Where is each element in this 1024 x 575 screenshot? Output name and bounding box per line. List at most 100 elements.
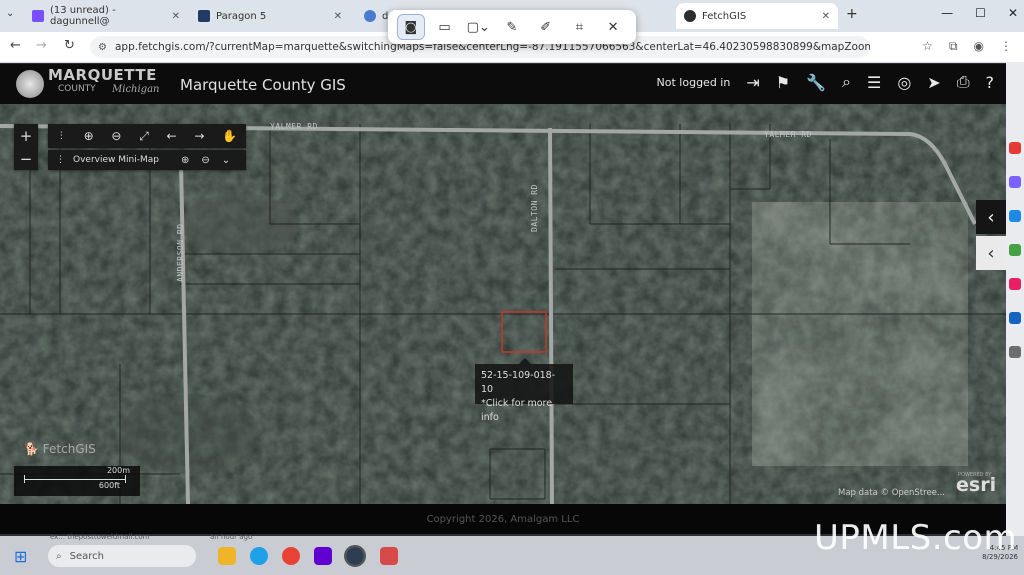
sidebar-app-icon[interactable] <box>1009 142 1021 154</box>
road-label-dalton: DALTON RD <box>530 184 539 232</box>
tab-title: FetchGIS <box>702 10 747 22</box>
copyright-text: Copyright 2026, Amalgam LLC <box>426 513 580 525</box>
upmls-watermark: UPMLS.com <box>814 518 1018 558</box>
map-view[interactable]: YALMER RD YALMER RD DALTON RD ANDERSON R… <box>0 104 1006 504</box>
logo-sub: COUNTY <box>58 84 96 94</box>
search-icon[interactable]: ⌕ <box>842 72 851 92</box>
yahoo-icon[interactable] <box>314 547 332 565</box>
login-status: Not logged in <box>656 75 731 89</box>
sidebar-app-icon[interactable] <box>1009 176 1021 188</box>
scale-metric: 200m <box>106 466 130 475</box>
drag-handle-icon[interactable]: ⋮ <box>56 155 65 165</box>
paint-icon[interactable] <box>380 547 398 565</box>
close-window-icon[interactable]: ✕ <box>1008 6 1018 20</box>
new-tab-icon[interactable]: + <box>846 6 858 22</box>
browser-sidebar <box>1006 62 1024 542</box>
sidebar-app-icon[interactable] <box>1009 210 1021 222</box>
expand-panel-button[interactable]: ‹ <box>976 200 1006 234</box>
sidebar-app-icon[interactable] <box>1009 346 1021 358</box>
sidebar-app-icon[interactable] <box>1009 312 1021 324</box>
tab-title: (13 unread) - dagunnell@ <box>50 5 116 27</box>
fetchgis-watermark-text: FetchGIS <box>42 442 96 456</box>
minimap-zoom-in-icon[interactable]: ⊕ <box>181 155 189 166</box>
pen-icon[interactable]: ✐ <box>533 15 559 39</box>
back-icon[interactable]: ← <box>10 38 21 53</box>
forward-icon[interactable]: → <box>36 38 47 53</box>
tab-paragon[interactable]: Paragon 5 ✕ <box>190 3 350 29</box>
text-scan-icon[interactable]: ⌗ <box>566 15 592 39</box>
overview-minimap-bar: ⋮ Overview Mini-Map ⊕ ⊖ ⌄ <box>48 150 246 170</box>
print-icon[interactable]: ⎙ <box>957 72 970 92</box>
bookmark-star-icon[interactable]: ☆ <box>922 39 933 54</box>
wrench-icon[interactable]: 🔧 <box>806 73 826 92</box>
layers-icon[interactable]: ☰ <box>867 73 881 92</box>
video-icon[interactable]: ▭ <box>432 15 458 39</box>
full-extent-icon[interactable]: ⤢ <box>139 129 149 144</box>
esri-powered-by: POWERED BY <box>958 472 992 478</box>
edge-icon[interactable] <box>250 547 268 565</box>
zoom-in-button[interactable]: + <box>20 127 33 145</box>
chrome-icon[interactable] <box>282 547 300 565</box>
search-placeholder: Search <box>69 550 104 562</box>
camera-icon[interactable]: ◙ <box>396 14 425 40</box>
previous-extent-icon[interactable]: ← <box>167 129 177 143</box>
close-tab-icon[interactable]: ✕ <box>822 11 830 22</box>
page-title: Marquette County GIS <box>180 76 346 94</box>
notification-time: an hour ago <box>210 533 253 541</box>
pan-hand-icon[interactable]: ✋ <box>222 129 237 143</box>
share-icon[interactable]: ➤ <box>927 73 940 92</box>
signpost-icon[interactable]: ⚑ <box>776 73 790 92</box>
minimize-icon[interactable]: — <box>941 6 953 20</box>
locate-icon[interactable]: ◎ <box>897 73 911 92</box>
paragon-icon <box>198 10 210 22</box>
parcel-tooltip[interactable]: 52-15-109-018-10 *Click for more info <box>475 358 573 423</box>
drag-handle-icon[interactable]: ⋮ <box>57 131 66 141</box>
app-header: MARQUETTE COUNTY Michigan Marquette Coun… <box>0 64 1006 104</box>
taskbar-search[interactable]: ⌕ Search <box>48 545 196 567</box>
tab-search-icon[interactable]: ⌄ <box>6 8 14 19</box>
maximize-icon[interactable]: ☐ <box>975 6 986 20</box>
tab-gmail[interactable]: (13 unread) - dagunnell@ ✕ <box>24 3 188 29</box>
zoom-out-icon[interactable]: ⊖ <box>111 129 121 143</box>
sidebar-app-icon[interactable] <box>1009 244 1021 256</box>
search-icon: ⌕ <box>56 550 62 562</box>
road-label-anderson: ANDERSON RD <box>176 223 185 282</box>
scale-bar: 200m 600ft <box>14 466 140 496</box>
zoom-out-button[interactable]: − <box>20 150 33 168</box>
login-icon[interactable]: ⇥ <box>746 73 759 92</box>
county-seal-icon <box>16 70 44 98</box>
map-attribution[interactable]: Map data © OpenStree... <box>838 488 945 498</box>
globe-icon <box>364 10 376 22</box>
menu-icon[interactable]: ⋮ <box>1000 39 1012 54</box>
rectangle-mode-icon[interactable]: ▢⌄ <box>465 15 491 39</box>
dog-icon: 🐕 <box>24 442 39 456</box>
road-label-yalmer: YALMER RD <box>270 122 318 131</box>
extensions-icon[interactable]: ⧉ <box>949 39 958 54</box>
site-info-icon[interactable]: ⚙ <box>98 42 107 53</box>
snipping-tool-icon[interactable] <box>344 545 366 567</box>
fetchgis-icon <box>684 10 696 22</box>
zoom-controls: + − <box>14 124 38 170</box>
minimap-zoom-out-icon[interactable]: ⊖ <box>201 155 209 166</box>
collapse-panel-button[interactable]: ‹ <box>976 236 1006 270</box>
close-icon[interactable]: ✕ <box>600 15 626 39</box>
tab-fetchgis[interactable]: FetchGIS ✕ <box>676 3 838 29</box>
parcel-id: 52-15-109-018-10 <box>481 370 556 395</box>
map-nav-toolbar: ⋮ ⊕ ⊖ ⤢ ← → ✋ <box>48 124 246 148</box>
help-icon[interactable]: ? <box>986 73 995 92</box>
fetchgis-watermark: 🐕 FetchGIS <box>24 442 96 456</box>
scale-imperial: 600ft <box>98 481 120 490</box>
sidebar-app-icon[interactable] <box>1009 278 1021 290</box>
edit-icon[interactable]: ✎ <box>499 15 525 39</box>
reload-icon[interactable]: ↻ <box>64 38 75 53</box>
profile-icon[interactable]: ◉ <box>974 39 984 54</box>
tab-other[interactable]: do <box>356 3 394 29</box>
next-extent-icon[interactable]: → <box>194 129 204 143</box>
zoom-in-icon[interactable]: ⊕ <box>84 129 94 143</box>
minimap-expand-icon[interactable]: ⌄ <box>222 155 230 166</box>
close-tab-icon[interactable]: ✕ <box>172 11 180 22</box>
file-explorer-icon[interactable] <box>218 547 236 565</box>
logo-michigan: Michigan <box>112 84 160 95</box>
close-tab-icon[interactable]: ✕ <box>334 11 342 22</box>
windows-start-icon[interactable]: ⊞ <box>14 547 27 566</box>
